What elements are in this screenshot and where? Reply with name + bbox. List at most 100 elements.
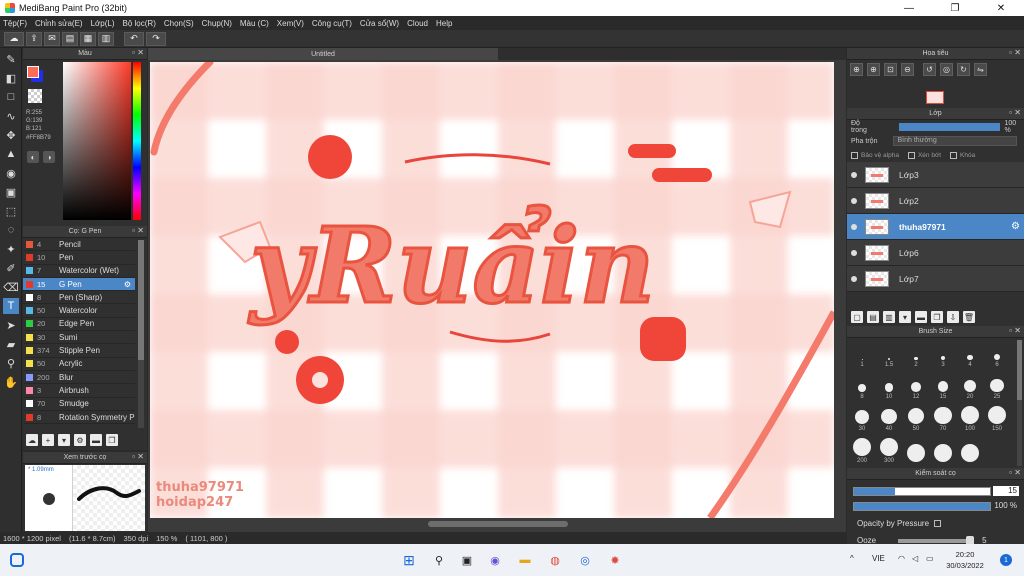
select-tool-icon[interactable]: ⬚ [3,203,19,219]
undo-icon[interactable]: ↶ [124,31,144,46]
brush-item[interactable]: 20 Edge Pen [23,318,135,332]
page-icon[interactable]: ▤ [62,31,78,46]
close-icon[interactable]: ✕ [137,452,144,461]
minimize-button[interactable]: — [886,0,932,16]
visibility-eye-icon[interactable] [851,223,857,230]
brush-size-option[interactable]: 3 [930,342,956,368]
start-icon[interactable]: ⊞ [400,551,418,569]
navigator-thumbnail[interactable] [926,91,944,104]
delete-layer-icon[interactable]: 🗑 [963,311,975,323]
brush-item[interactable]: 7 Watercolor (Wet) [23,265,135,278]
brush-size-option[interactable]: 20 [957,374,983,400]
menu-edit[interactable]: Chỉnh sửa(E) [35,19,83,28]
file-explorer-icon[interactable]: ▬ [516,551,534,569]
maximize-icon[interactable]: ▫ [132,452,135,461]
select-pen-tool-icon[interactable]: ✐ [3,260,19,276]
tray-overflow-icon[interactable]: ^ [850,554,854,563]
add-layer-menu-icon[interactable]: ▾ [899,311,911,323]
lasso-tool-icon[interactable]: ◌ [3,222,19,238]
foreground-color-swatch[interactable] [27,66,39,78]
maximize-icon[interactable]: ▫ [1009,326,1012,335]
maximize-icon[interactable]: ▫ [132,48,135,57]
comment-icon[interactable]: ✉ [44,31,60,46]
fill-tool-icon[interactable]: ▲ [3,146,19,162]
brush-tool-icon[interactable]: ✎ [3,51,19,67]
brush-item[interactable]: 50 Acrylic [23,358,135,371]
menu-color[interactable]: Màu (C) [240,19,269,28]
zoom-in-icon[interactable]: ⊕ [850,63,863,76]
brush-size-option[interactable]: 2 [903,342,929,368]
tab-untitled[interactable]: Untitled [148,48,498,60]
redo-icon[interactable]: ↷ [146,31,166,46]
rotate-left-icon[interactable]: ↺ [923,63,936,76]
menu-view[interactable]: Xem(V) [277,19,304,28]
brush-item[interactable]: 8 Rotation Symmetry P [23,411,135,425]
eraser-tool-icon[interactable]: ◧ [3,70,19,86]
notification-badge[interactable]: 1 [1000,554,1012,566]
canvas-vertical-scrollbar[interactable] [836,62,844,520]
menu-snap[interactable]: Chụp(N) [202,19,232,28]
pen-curve-tool-icon[interactable]: ∿ [3,108,19,124]
close-icon[interactable]: ✕ [1014,108,1021,117]
visibility-eye-icon[interactable] [851,171,857,178]
brush-size-option[interactable]: 300 [876,438,902,464]
divide-tool-icon[interactable]: ▰ [3,336,19,352]
chrome-icon[interactable]: ◍ [546,551,564,569]
rectangle-tool-icon[interactable]: □ [3,89,19,105]
brush-item[interactable]: 8 Pen (Sharp) [23,291,135,305]
brush-size-option[interactable]: 1.5 [876,342,902,368]
brush-size-option[interactable]: 25 [984,374,1010,400]
menu-layer[interactable]: Lớp(L) [91,19,115,28]
saturation-value-picker[interactable] [63,62,131,220]
duplicate-icon[interactable]: ❐ [106,434,118,446]
canvas-horizontal-scrollbar[interactable] [148,519,836,528]
maximize-icon[interactable]: ▫ [1009,48,1012,57]
menu-window[interactable]: Cửa sổ(W) [360,19,399,28]
brush-size-option[interactable]: 50 [903,406,929,432]
color-wheel-icon[interactable]: ◑ [43,151,55,163]
brush-size-option[interactable]: 12 [903,374,929,400]
brush-item[interactable]: 3 Airbrush [23,384,135,398]
close-icon[interactable]: ✕ [1014,48,1021,57]
brush-item[interactable]: 10 Pen [23,251,135,265]
brush-size-option[interactable]: 40 [876,406,902,432]
wifi-icon[interactable]: ◠ [898,554,905,563]
select-eraser-tool-icon[interactable]: ⌫ [3,279,19,295]
brush-item[interactable]: 50 Watercolor [23,304,135,318]
zoom-out-icon[interactable]: ⊕ [867,63,880,76]
menu-cloud[interactable]: Cloud [407,19,428,28]
brush-list-scrollbar[interactable] [138,240,144,428]
close-icon[interactable]: ✕ [1014,326,1021,335]
layer-row[interactable]: Lớp7 [847,266,1024,292]
magic-wand-tool-icon[interactable]: ✦ [3,241,19,257]
brush-size-option[interactable]: 30 [849,406,875,432]
brush-size-option[interactable]: 10 [876,374,902,400]
opacity-by-pressure-checkbox[interactable] [934,520,942,527]
lock-checkbox[interactable] [950,151,958,159]
gradient-tool-icon[interactable]: ▣ [3,184,19,200]
layer-row[interactable]: Lớp2 [847,188,1024,214]
panel-icon[interactable]: ▥ [98,31,114,46]
move-tool-icon[interactable]: ✥ [3,127,19,143]
new-layer-icon[interactable]: ▢ [851,311,863,323]
cloud-brush-icon[interactable]: ☁ [26,434,38,446]
add-brush-icon[interactable]: ▾ [58,434,70,446]
close-button[interactable]: ✕ [978,0,1024,16]
battery-icon[interactable]: ▭ [926,554,934,563]
visibility-eye-icon[interactable] [851,275,857,282]
chat-icon[interactable]: ◉ [486,551,504,569]
brush-size-option[interactable]: 4 [957,342,983,368]
blend-mode-select[interactable]: Bình thường [893,136,1018,146]
language-indicator[interactable]: VIE [872,554,885,563]
task-view-icon[interactable] [10,553,24,567]
merge-down-icon[interactable]: ⇩ [947,311,959,323]
artwork-canvas[interactable]: yRuẩin thuha97971 hoidap247 [150,62,834,518]
menu-filter[interactable]: Bộ lọc(R) [123,19,156,28]
brush-size-option[interactable]: 1 [849,342,875,368]
cloud-icon[interactable]: ☁ [4,31,24,46]
reset-rotation-icon[interactable]: ◎ [940,63,953,76]
hand-tool-icon[interactable]: ✋ [3,374,19,390]
close-icon[interactable]: ✕ [137,48,144,57]
search-icon[interactable]: ⚲ [430,551,448,569]
medibang-taskbar-icon[interactable]: ✸ [606,551,624,569]
